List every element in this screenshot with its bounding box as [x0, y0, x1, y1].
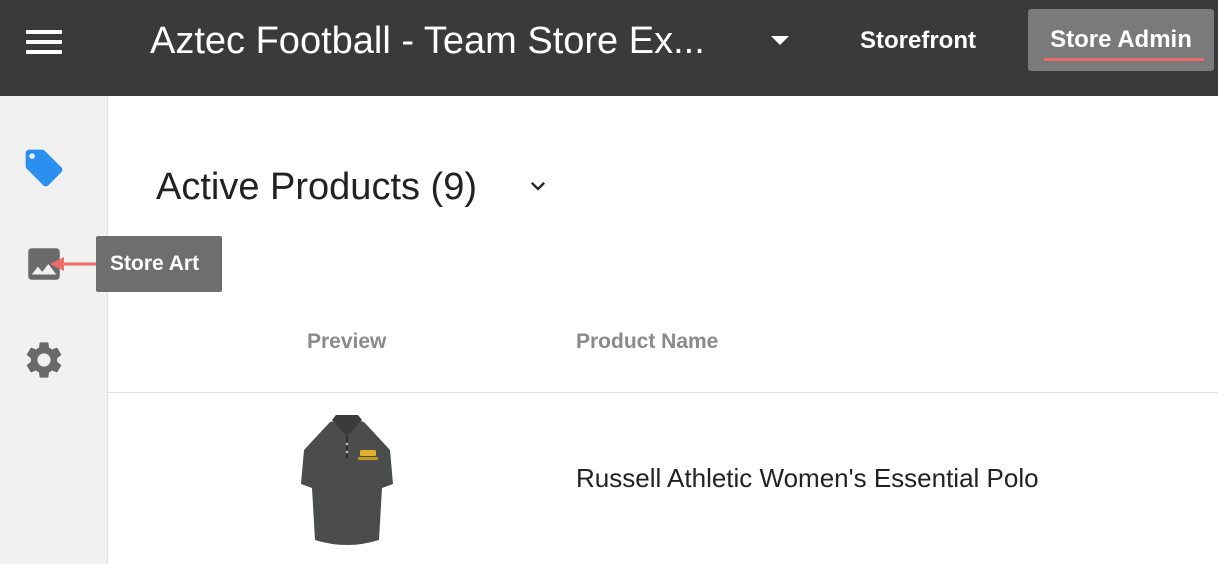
gear-icon — [26, 342, 62, 378]
store-art-tooltip: Store Art — [96, 236, 222, 292]
polo-shirt-image — [301, 415, 393, 545]
menu-bar-line — [26, 40, 62, 44]
product-name: Russell Athletic Women's Essential Polo — [576, 463, 1039, 493]
column-header-product-name[interactable]: Product Name — [576, 330, 718, 354]
nav-store-admin[interactable]: Store Admin — [1028, 9, 1214, 71]
column-header-preview[interactable]: Preview — [307, 330, 386, 354]
nav-storefront[interactable]: Storefront — [848, 22, 988, 60]
sidebar-item-products[interactable] — [18, 142, 70, 194]
store-title: Aztec Football - Team Store Ex... — [150, 20, 705, 62]
caret-down-icon — [771, 35, 789, 45]
tag-icon — [25, 149, 63, 187]
section-title: Active Products (9) — [156, 166, 477, 208]
sidebar-item-settings[interactable] — [18, 334, 70, 386]
hamburger-menu-icon[interactable] — [18, 24, 70, 60]
menu-bar-line — [26, 30, 62, 34]
nav-store-admin-label: Store Admin — [1050, 26, 1192, 53]
top-app-bar: Aztec Football - Team Store Ex... Storef… — [0, 0, 1218, 96]
chevron-down-icon — [531, 182, 545, 191]
store-dropdown-button[interactable] — [762, 22, 798, 58]
main-content: Active Products (9) Preview Product Name… — [108, 96, 1218, 564]
menu-bar-line — [26, 50, 62, 54]
sidebar — [0, 96, 108, 564]
active-underline — [1044, 58, 1204, 61]
table-row[interactable]: Russell Athletic Women's Essential Polo — [108, 393, 1218, 564]
section-dropdown-button[interactable] — [520, 168, 556, 204]
